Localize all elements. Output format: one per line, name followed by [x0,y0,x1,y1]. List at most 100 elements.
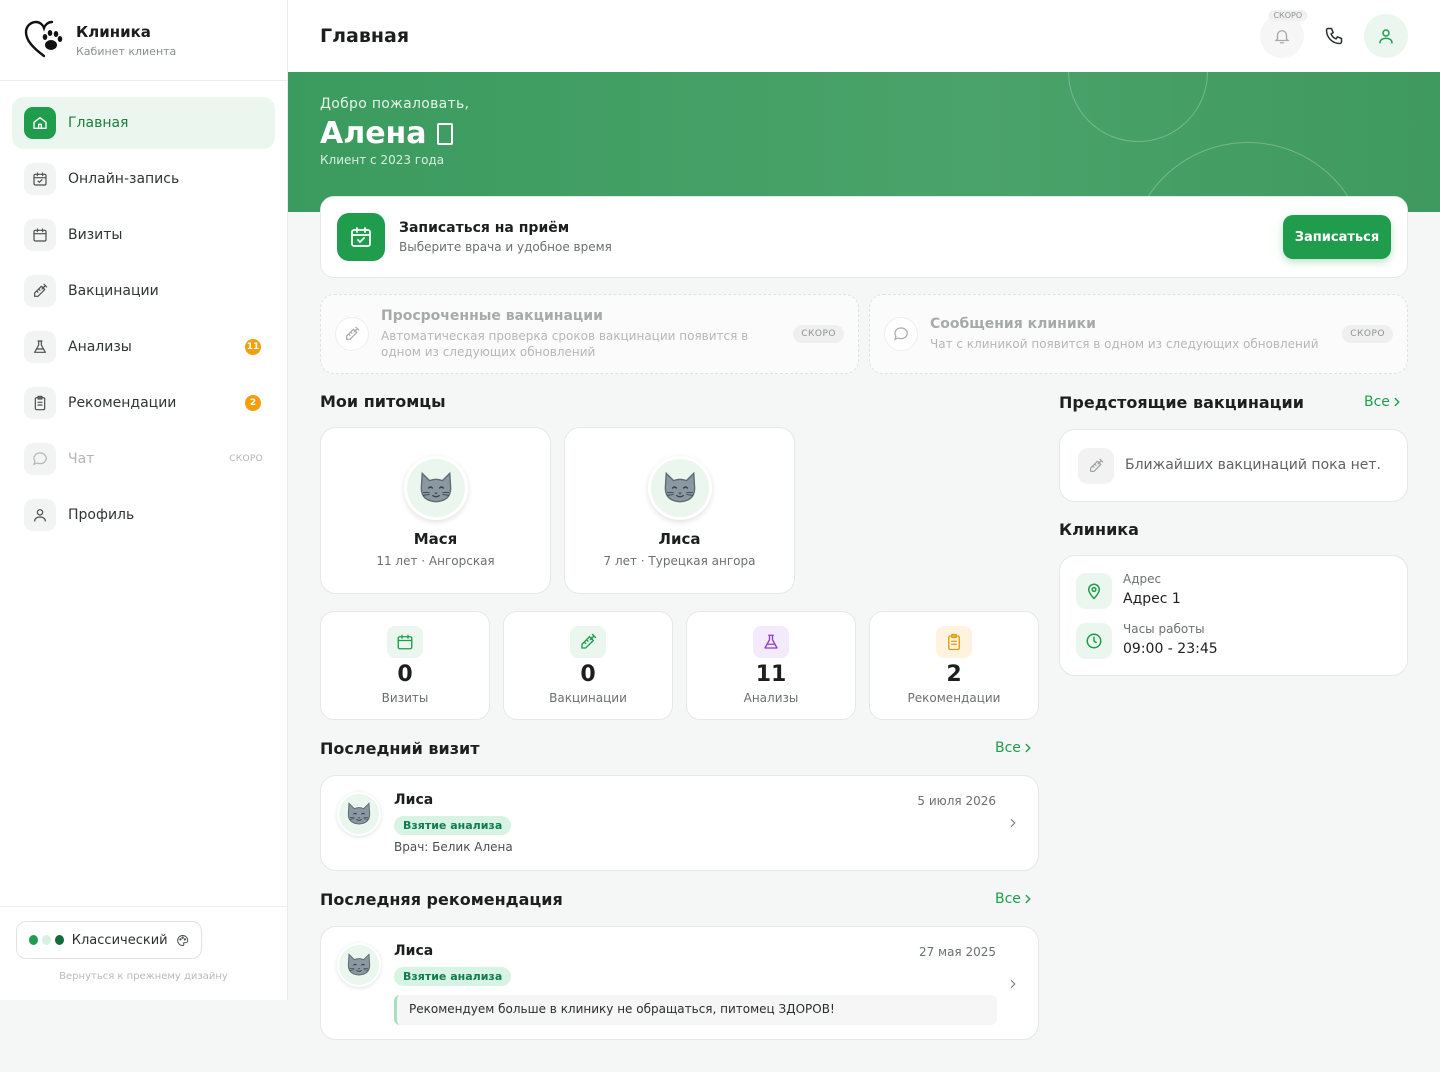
sidebar-item-analyses[interactable]: Анализы 11 [12,321,275,373]
stat-label: Визиты [381,691,429,705]
chat-icon [884,317,918,351]
sidebar-nav: Главная Онлайн-запись Визиты Вакцинации … [0,81,287,561]
notifications-soon-badge: СКОРО [1268,10,1308,21]
paw-heart-logo-icon [24,20,63,58]
clinic-info-card: Адрес Адрес 1 Часы работы 09:00 - 23:45 [1059,555,1408,676]
home-icon [24,107,56,139]
sidebar-item-label: Визиты [68,227,123,243]
recommendation-type-tag: Взятие анализа [394,967,512,986]
user-icon [24,499,56,531]
chevron-right-icon [1010,818,1016,828]
sidebar-item-label: Онлайн-запись [68,171,180,187]
syringe-icon [335,317,369,351]
book-appointment-button[interactable]: Записаться [1283,215,1391,259]
brand-title: Клиника [76,22,151,41]
upcoming-vaccinations-title: Предстоящие вакцинации [1059,393,1304,412]
stat-value: 11 [755,662,787,687]
soon-card-subtitle: Автоматическая проверка сроков вакцинаци… [381,329,749,359]
chevron-right-icon [1394,397,1400,407]
sidebar-item-vaccinations[interactable]: Вакцинации [12,265,275,317]
sidebar-item-label: Анализы [68,339,132,355]
sidebar-item-profile[interactable]: Профиль [12,489,275,541]
sidebar-item-label: Рекомендации [68,395,177,411]
sidebar-item-visits[interactable]: Визиты [12,209,275,261]
profile-button[interactable] [1364,14,1408,58]
cat-icon [337,792,381,836]
chevron-right-icon [1025,743,1031,753]
call-button[interactable] [1312,14,1356,58]
stat-recommendations[interactable]: 2 Рекомендации [869,611,1039,720]
stat-analyses[interactable]: 11 Анализы [686,611,856,720]
old-design-link[interactable]: Вернуться к прежнему дизайну [16,971,271,982]
last-visit-all-link[interactable]: Все [995,740,1035,756]
theme-dot [29,935,38,945]
visit-type-tag: Взятие анализа [394,816,512,835]
calendar-check-icon [337,213,385,261]
flask-icon [753,626,789,658]
calendar-check-icon [24,163,56,195]
theme-switcher-button[interactable]: Классический [16,921,202,959]
hours-label: Часы работы [1123,622,1205,636]
clock-icon [1076,623,1112,659]
last-visit-title: Последний визит [320,739,480,758]
all-link-label: Все [995,891,1021,907]
pet-name: Лиса [658,530,701,548]
sidebar-footer: Классический Вернуться к прежнему дизайн… [0,906,287,1000]
brand[interactable]: Клиника Кабинет клиента [0,0,287,81]
bell-icon [1274,30,1290,44]
last-visit-card[interactable]: Лиса 5 июля 2026 Взятие анализа Врач: Бе… [320,775,1039,871]
chat-soon-label: СКОРО [229,454,263,464]
recommendation-text: Рекомендуем больше в клинику не обращать… [394,995,997,1025]
soon-badge: СКОРО [793,325,844,343]
emoji-placeholder-icon [436,123,453,145]
pet-info: 11 лет · Ангорская [376,554,495,568]
recommendations-count-badge: 2 [245,395,261,411]
address-label: Адрес [1123,572,1162,586]
address-value: Адрес 1 [1123,591,1181,607]
sidebar-item-recommendations[interactable]: Рекомендации 2 [12,377,275,429]
cat-icon [337,943,381,987]
last-recommendation-title: Последняя рекомендация [320,890,563,909]
booking-subtitle: Выберите врача и удобное время [399,240,612,254]
booking-card: Записаться на приём Выберите врача и удо… [320,196,1408,278]
syringe-icon [1078,448,1114,484]
clipboard-icon [936,626,972,658]
clinic-messages-card: Сообщения клиники Чат с клиникой появитс… [869,294,1408,374]
sidebar-item-chat: Чат СКОРО [12,433,275,485]
welcome-banner: Добро пожаловать, Алена Клиент с 2023 го… [288,72,1440,212]
stat-label: Рекомендации [907,691,1001,705]
stat-vaccinations[interactable]: 0 Вакцинации [503,611,673,720]
sidebar-item-label: Чат [68,451,95,467]
welcome-text: Добро пожаловать, [320,96,470,112]
sidebar-item-home[interactable]: Главная [12,97,275,149]
notifications-button[interactable]: СКОРО [1260,10,1308,58]
no-vaccinations-text: Ближайших вакцинаций пока нет. [1125,457,1381,473]
sidebar: Клиника Кабинет клиента Главная Онлайн-з… [0,0,288,1000]
stat-value: 0 [580,662,596,687]
pet-card[interactable]: Лиса 7 лет · Турецкая ангора [564,427,795,594]
booking-title: Записаться на приём [399,220,570,236]
last-recommendation-all-link[interactable]: Все [995,891,1035,907]
visit-doctor: Врач: Белик Алена [394,840,513,854]
analyses-count-badge: 11 [245,339,261,355]
brand-subtitle: Кабинет клиента [76,44,177,58]
sidebar-item-label: Главная [68,115,129,131]
user-icon [1379,29,1393,44]
recommendation-date: 27 мая 2025 [918,945,996,959]
upcoming-all-link[interactable]: Все [1364,394,1404,410]
flask-icon [24,331,56,363]
last-recommendation-card[interactable]: Лиса 27 мая 2025 Взятие анализа Рекоменд… [320,926,1039,1040]
syringe-icon [570,626,606,658]
phone-icon [1325,27,1343,45]
theme-dot [41,935,51,945]
soon-card-subtitle: Чат с клиникой появится в одном из следу… [930,337,1319,351]
all-link-label: Все [995,740,1021,756]
chevron-right-icon [1025,894,1031,904]
sidebar-item-online-booking[interactable]: Онлайн-запись [12,153,275,205]
stat-visits[interactable]: 0 Визиты [320,611,490,720]
cat-icon [403,456,468,520]
hours-value: 09:00 - 23:45 [1123,641,1218,657]
upcoming-vaccinations-card: Ближайших вакцинаций пока нет. [1059,429,1408,502]
page-title: Главная [320,25,410,47]
pet-card[interactable]: Мася 11 лет · Ангорская [320,427,551,594]
